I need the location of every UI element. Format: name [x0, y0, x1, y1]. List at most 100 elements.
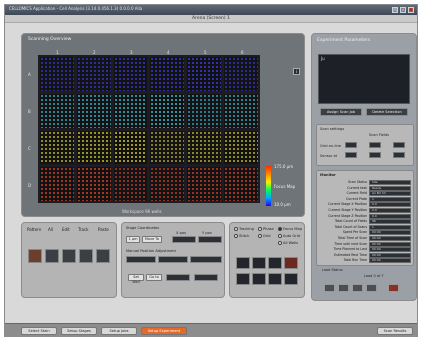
scanning-overview-panel: Scanning Overview i 1 2 3 4 5 6 A B C D … — [21, 33, 305, 217]
well-cell[interactable] — [113, 93, 148, 128]
well-cell[interactable] — [40, 93, 74, 128]
delete-selection-button[interactable]: Delete Selection — [366, 108, 408, 116]
pause-button[interactable] — [338, 284, 349, 292]
monitor-row: Estimated Rest Time 00:00 — [319, 252, 413, 258]
well-cell[interactable] — [150, 130, 185, 165]
well-cell[interactable] — [76, 93, 111, 128]
monitor-row: Time Planned to Last 00:00 — [319, 247, 413, 253]
well-cell[interactable] — [187, 130, 222, 165]
close-button[interactable]: × — [408, 7, 414, 13]
radio-all-wells[interactable]: All Wells — [278, 241, 298, 245]
well-cell[interactable] — [150, 57, 185, 91]
well-cell[interactable] — [187, 167, 222, 201]
tab-pattern[interactable]: Pattern — [27, 227, 41, 232]
well-plate-grid[interactable] — [38, 55, 260, 203]
grid-tool-icon[interactable] — [236, 273, 250, 285]
step-button[interactable] — [352, 284, 363, 292]
tab-select-stain[interactable]: Select Stain — [21, 327, 57, 335]
pattern-tile[interactable] — [96, 249, 110, 263]
monitor-row: Current Stage Z Position 0.0 — [319, 213, 413, 219]
radio-grid[interactable]: Grid — [258, 234, 271, 238]
tab-scan-results[interactable]: Scan Results — [377, 327, 413, 335]
monitor-value: 00:00 — [369, 241, 411, 247]
tab-setup-jobs[interactable]: Setup Jobs — [101, 327, 137, 335]
field-spinner[interactable] — [369, 152, 381, 158]
tab-setup-stages[interactable]: Setup Stages — [61, 327, 97, 335]
cursor-tool-icon[interactable] — [236, 257, 250, 269]
field-spinner[interactable] — [369, 142, 381, 148]
stage-tool-icon[interactable] — [268, 257, 282, 269]
well-cell[interactable] — [224, 130, 258, 165]
move-tool-icon[interactable] — [252, 257, 266, 269]
radio-auto-grid[interactable]: Auto Grid — [278, 234, 300, 238]
tab-track[interactable]: Track — [78, 227, 88, 232]
objective-tool-icon[interactable] — [268, 273, 282, 285]
scan-fields-label: Scan Fields — [369, 133, 390, 137]
manual-field[interactable] — [126, 256, 156, 263]
monitor-row: Total Count of Fields 96 — [319, 219, 413, 225]
radio-dot — [278, 241, 282, 245]
pattern-tile[interactable] — [45, 249, 59, 263]
radio-dot — [258, 234, 262, 238]
tab-all[interactable]: All — [48, 227, 53, 232]
field-spinner[interactable] — [393, 152, 405, 158]
radio-phase[interactable]: Phase — [258, 227, 274, 231]
maximize-button[interactable]: □ — [400, 7, 406, 13]
record-button[interactable] — [388, 284, 399, 292]
manual-field[interactable] — [190, 256, 222, 263]
manual-y-field[interactable] — [194, 274, 218, 281]
minimize-button[interactable]: _ — [392, 7, 398, 13]
assign-scan-job-button[interactable]: Assign Scan Job — [320, 108, 362, 116]
pattern-tile[interactable] — [28, 249, 42, 263]
well-cell[interactable] — [113, 130, 148, 165]
set-well-button[interactable]: Set Well — [128, 274, 144, 284]
colorbar-top-label: 175.0 µm — [274, 164, 294, 169]
well-cell[interactable] — [187, 93, 222, 128]
radio-tracking[interactable]: Tracking — [234, 227, 254, 231]
light-tool-icon[interactable] — [284, 257, 298, 269]
well-cell[interactable] — [113, 57, 148, 91]
radio-focus-map[interactable]: Focus Map — [278, 227, 302, 231]
field-spinner[interactable] — [393, 142, 405, 148]
well-cell[interactable] — [76, 57, 111, 91]
camera-tool-icon[interactable] — [252, 273, 266, 285]
step-size-button[interactable]: 1 µm — [126, 236, 140, 243]
monitor-box: Monitor Scan Status Idle Current task Ready… — [316, 170, 414, 266]
monitor-row: Spent Per Scan 00:00 — [319, 230, 413, 236]
monitor-value: 00:00 — [369, 247, 411, 253]
pattern-tile[interactable] — [62, 249, 76, 263]
well-cell[interactable] — [187, 57, 222, 91]
stop-button[interactable] — [366, 284, 377, 292]
well-cell[interactable] — [150, 93, 185, 128]
parameters-editor[interactable]: Ju — [318, 54, 410, 104]
x-pos-field[interactable] — [172, 236, 196, 243]
well-cell[interactable] — [150, 167, 185, 201]
well-cell[interactable] — [40, 167, 74, 201]
manual-field[interactable] — [158, 256, 188, 263]
tab-setup-experiment[interactable]: Setup Experiment — [141, 327, 187, 335]
well-cell[interactable] — [224, 93, 258, 128]
info-button[interactable]: i — [293, 68, 300, 75]
well-cell[interactable] — [224, 57, 258, 91]
go-to-button[interactable]: Go to — [146, 274, 162, 281]
well-cell[interactable] — [40, 130, 74, 165]
manual-x-field[interactable] — [166, 274, 190, 281]
tab-edit[interactable]: Edit — [62, 227, 70, 232]
well-cell[interactable] — [76, 167, 111, 201]
move-to-button[interactable]: Move To — [142, 236, 162, 243]
well-cell[interactable] — [113, 167, 148, 201]
well-cell[interactable] — [224, 167, 258, 201]
grid-spinner[interactable] — [345, 142, 357, 148]
play-button[interactable] — [324, 284, 335, 292]
radio-stitch[interactable]: Stitch — [234, 234, 249, 238]
sensor-spinner[interactable] — [345, 152, 357, 158]
settings-tool-icon[interactable] — [284, 273, 298, 285]
y-pos-field[interactable] — [198, 236, 222, 243]
y-pos-header: Y pos — [202, 231, 212, 235]
well-cell[interactable] — [76, 130, 111, 165]
pattern-tile[interactable] — [79, 249, 93, 263]
workflow-navigation: Select Stain Setup Stages Setup Jobs Set… — [5, 323, 417, 337]
tab-paste[interactable]: Paste — [98, 227, 109, 232]
well-cell[interactable] — [40, 57, 74, 91]
monitor-row: Current Stage Y Position 0.0 — [319, 208, 413, 213]
